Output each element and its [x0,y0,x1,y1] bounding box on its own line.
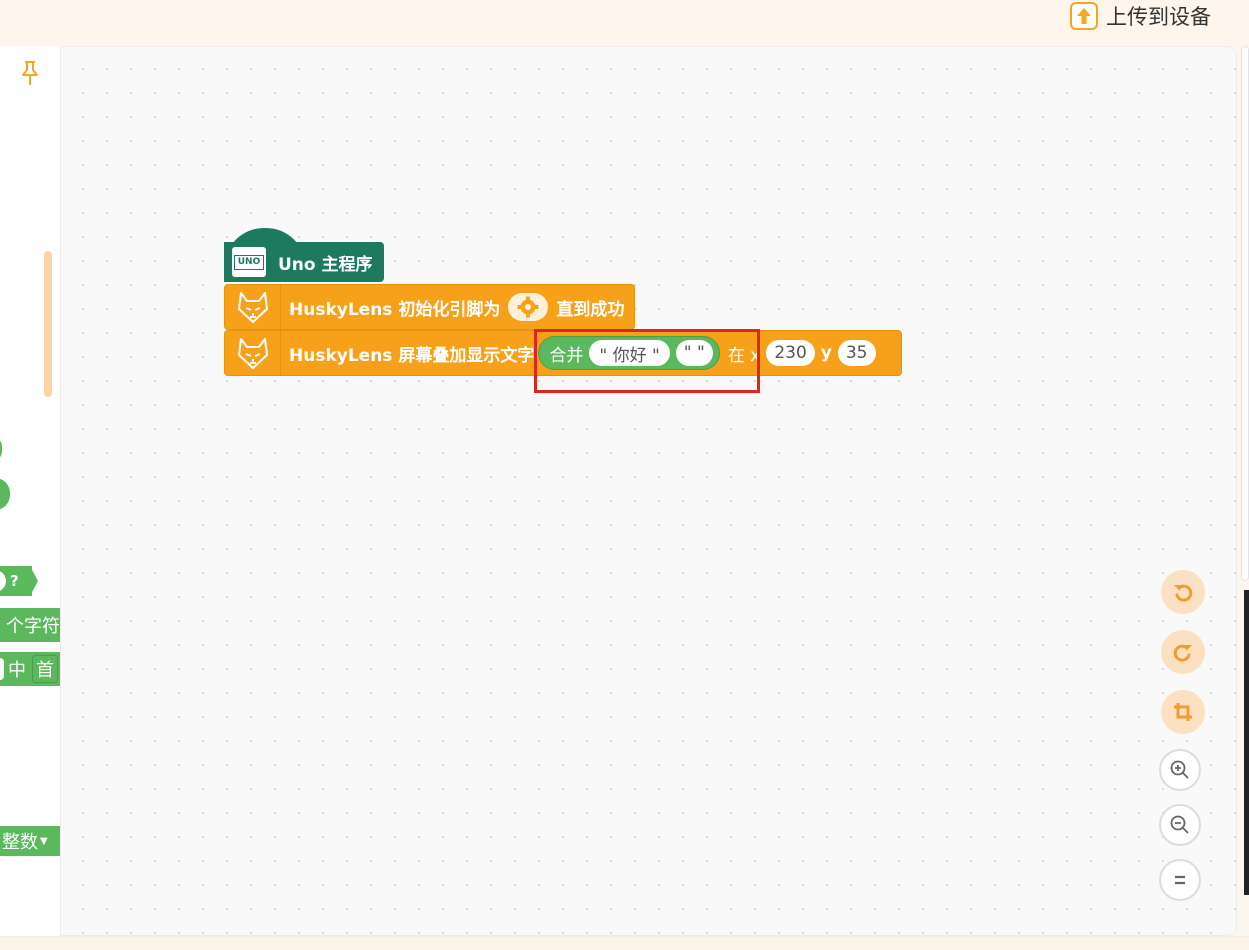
init-suffix-label: 直到成功 [556,299,625,320]
x-value-input[interactable]: 230 [766,340,815,366]
block-flyout[interactable]: ? 个字符 中 首 整数 ▼ [0,46,61,936]
redo-icon [1173,644,1192,662]
uno-board-icon: UNO [232,247,266,277]
zoom-out-icon [1170,815,1189,834]
uno-chip-text: UNO [233,254,265,270]
zoom-in-button[interactable] [1159,749,1201,791]
upload-arrow-icon [1070,2,1098,30]
reset-zoom-icon [1175,875,1185,885]
husky-icon [225,284,281,330]
reset-zoom-button[interactable] [1159,859,1201,901]
integer-label: 整数 [2,832,38,853]
bottom-bar [0,936,1249,950]
undo-button[interactable] [1161,570,1205,614]
flyout-scrollbar[interactable] [44,251,52,397]
crop-button[interactable] [1161,690,1205,734]
integer-dropdown[interactable]: 整数 ▼ [0,828,48,854]
uno-hat-body: UNO Uno 主程序 [224,242,384,282]
zoom-in-icon [1170,760,1189,779]
gear-icon [517,296,539,318]
flyout-in-label: 中 [8,660,26,681]
flyout-block-integer[interactable]: 整数 ▼ [0,826,60,856]
flyout-chars-label: 个字符 [6,616,60,637]
flyout-block-chars[interactable]: 个字符 [0,608,60,642]
crop-icon [1174,703,1192,721]
pin-settings-button[interactable] [508,293,549,321]
right-panel-edge [1241,46,1249,581]
flyout-block-partial-1[interactable] [0,436,2,462]
y-label: y [820,343,832,363]
upload-to-device-label: 上传到设备 [1106,5,1211,29]
zoom-out-button[interactable] [1159,804,1201,846]
top-bar: 上传到设备 [0,0,1249,46]
hexagon-end [30,566,38,596]
uno-block-label: Uno 主程序 [278,254,373,275]
flyout-block-in[interactable]: 中 首 [0,652,60,686]
husky-icon [225,330,281,376]
flyout-block-question[interactable]: ? [0,566,32,596]
blocks-workspace[interactable] [60,46,1237,936]
annotation-highlight-box [534,329,760,393]
huskylens-init-block[interactable]: HuskyLens 初始化引脚为 直到成功 [224,284,635,330]
flyout-first-dropdown[interactable]: 首 [32,655,58,683]
flyout-first-label: 首 [36,660,54,681]
init-block-label: HuskyLens 初始化引脚为 [289,299,501,320]
redo-button[interactable] [1161,630,1205,674]
undo-icon [1174,584,1193,602]
display-block-label: HuskyLens 屏幕叠加显示文字 [289,345,535,366]
flyout-question-label: ? [10,572,19,590]
right-dark-strip [1244,590,1249,895]
y-value-input[interactable]: 35 [837,340,876,366]
chevron-down-icon: ▼ [40,835,48,847]
upload-to-device-button[interactable]: 上传到设备 [1070,0,1211,32]
pin-icon[interactable] [20,60,40,91]
flyout-block-partial-2[interactable] [0,478,10,510]
